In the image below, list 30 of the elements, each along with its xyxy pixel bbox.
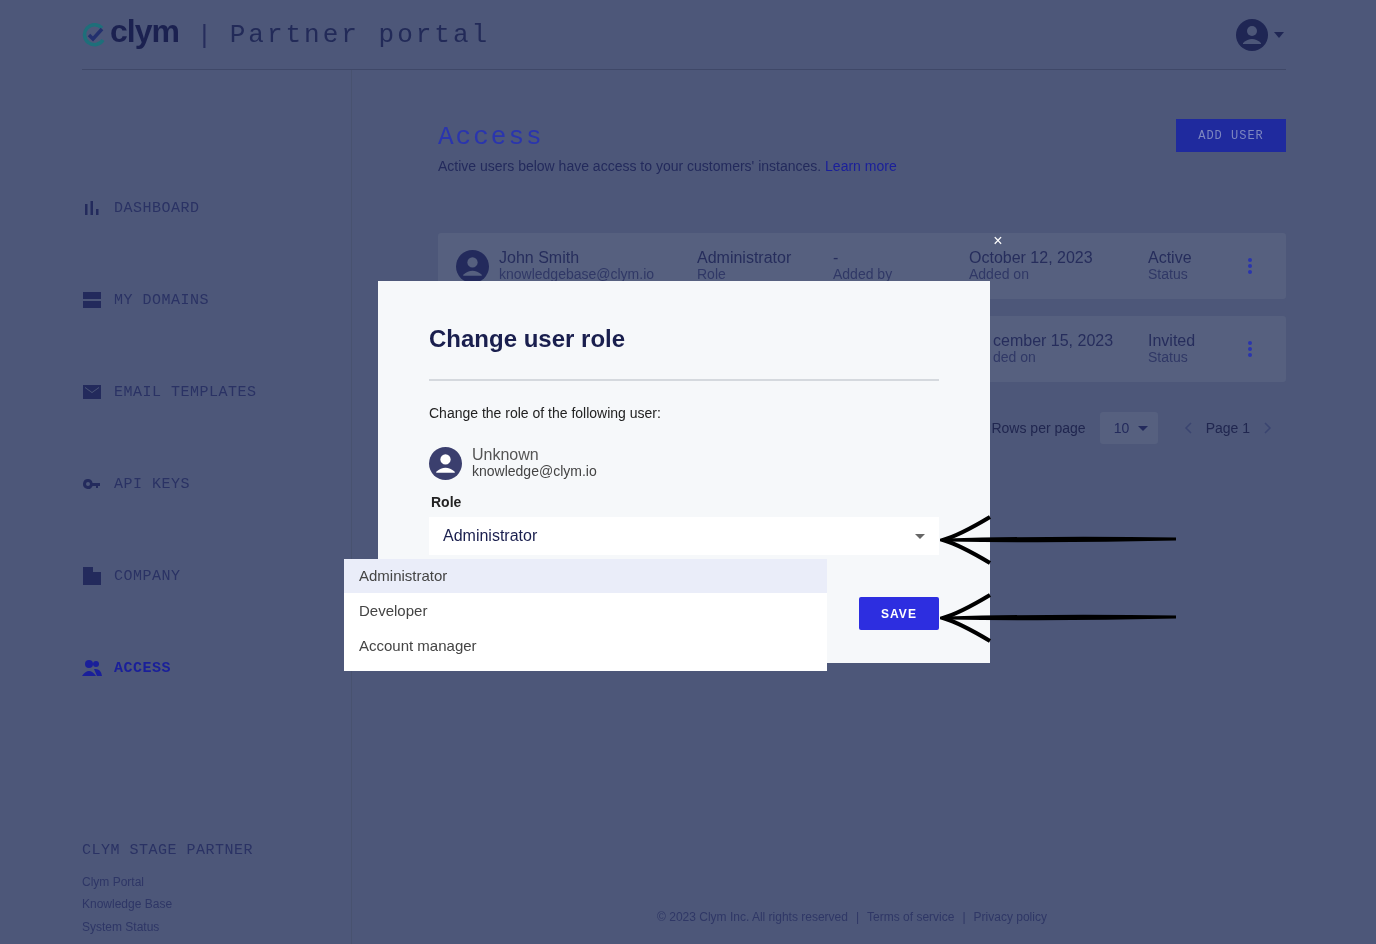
more-options-icon[interactable]: [1248, 258, 1252, 274]
caret-icon: [1137, 425, 1148, 431]
added-by-value: -: [833, 249, 840, 266]
dialog-prompt: Change the role of the following user:: [429, 405, 662, 421]
more-options-icon[interactable]: [1248, 341, 1252, 357]
caret-icon: [915, 533, 925, 539]
footer-separator: |: [962, 910, 966, 924]
bar-chart-icon: [82, 198, 102, 218]
user-avatar-icon: [429, 446, 462, 480]
user-avatar-icon: [456, 249, 489, 283]
close-button[interactable]: ×: [990, 232, 1006, 250]
footer-separator: |: [855, 910, 860, 924]
add-user-button[interactable]: ADD USER: [1176, 119, 1286, 152]
caret-icon[interactable]: [1274, 31, 1284, 38]
mail-icon: [82, 382, 102, 402]
role-option[interactable]: Developer: [344, 594, 827, 628]
server-icon: [82, 290, 102, 310]
user-email: knowledge@clym.io: [472, 463, 597, 480]
dialog-title: Change user role: [429, 325, 627, 353]
learn-more-link[interactable]: Learn more: [825, 158, 897, 174]
role-select[interactable]: Administrator: [429, 517, 939, 555]
save-button[interactable]: SAVE: [859, 597, 939, 630]
user-avatar-icon[interactable]: [1236, 18, 1268, 51]
people-icon: [82, 658, 102, 678]
header-separator: |: [200, 19, 208, 50]
role-field-label: Role: [430, 494, 463, 510]
role-option[interactable]: Administrator: [344, 559, 827, 593]
building-icon: [82, 566, 102, 586]
logo-check-icon: [82, 22, 106, 47]
user-name: Unknown: [472, 446, 540, 463]
